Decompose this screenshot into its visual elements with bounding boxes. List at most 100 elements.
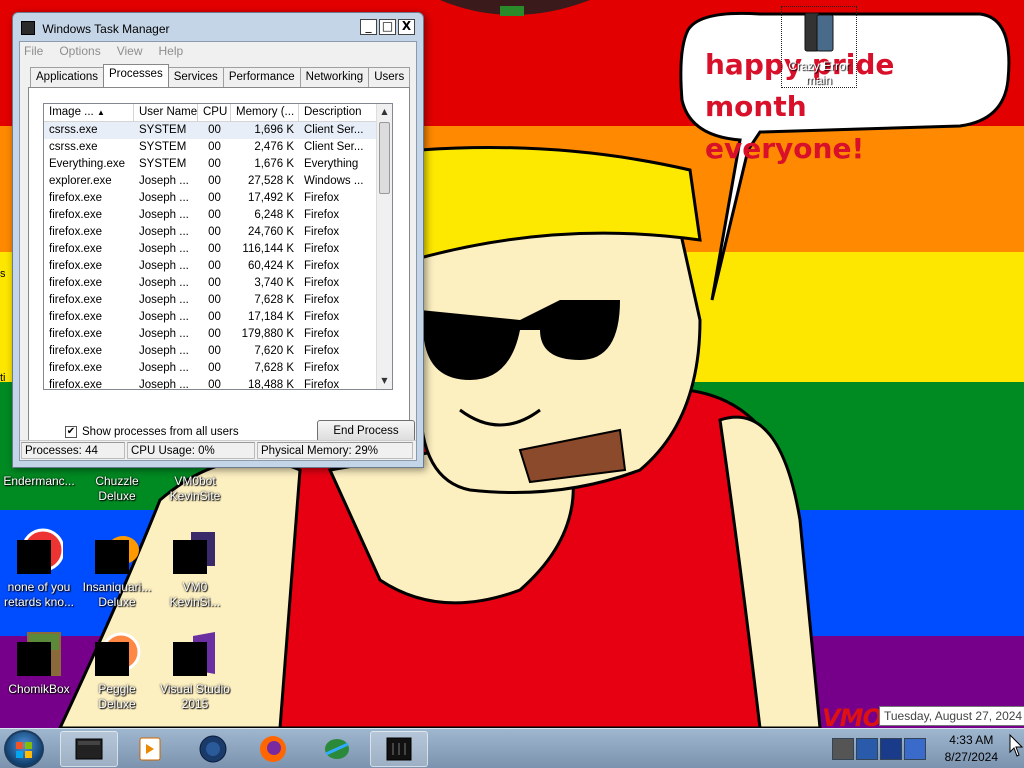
process-cpu: 00: [208, 345, 221, 357]
taskbar-firefox[interactable]: [244, 731, 302, 767]
minimize-button[interactable]: _: [360, 19, 377, 35]
desktop-icon-crazy-error[interactable]: Crazy Error main: [781, 6, 857, 88]
checkbox-checked-icon[interactable]: ✔: [65, 426, 77, 438]
status-physical-memory: Physical Memory: 29%: [257, 442, 413, 459]
process-cpu: 00: [208, 226, 221, 238]
scroll-up-icon[interactable]: ▲: [377, 104, 392, 120]
table-row[interactable]: Everything.exe SYSTEM 00 1,676 K Everything: [44, 156, 392, 173]
process-cpu: 00: [208, 158, 221, 170]
table-row[interactable]: firefox.exe Joseph ... 00 3,740 K Firefox: [44, 275, 392, 292]
desktop-icon-vm0-kevinsite[interactable]: VM0 KevinSi...: [156, 528, 234, 610]
network-icon[interactable]: [880, 738, 902, 760]
desktop-icon-insaniquarium[interactable]: Insaniquari... Deluxe: [78, 528, 156, 610]
censor-block: [173, 642, 207, 676]
menu-options[interactable]: Options: [59, 44, 100, 58]
process-memory: 1,676 K: [254, 158, 294, 170]
process-rows: csrss.exe SYSTEM 00 1,696 K Client Ser... csr…: [44, 122, 392, 390]
table-row[interactable]: firefox.exe Joseph ... 00 7,620 K Firefox: [44, 343, 392, 360]
table-row[interactable]: csrss.exe SYSTEM 00 1,696 K Client Ser...: [44, 122, 392, 139]
column-cpu[interactable]: CPU: [198, 104, 231, 121]
status-bar: Processes: 44 CPU Usage: 0% Physical Mem…: [20, 440, 416, 460]
column-description[interactable]: Description: [299, 104, 379, 121]
fish-icon: [93, 528, 141, 576]
desktop-icon-visual-studio[interactable]: Visual Studio 2015: [156, 630, 234, 712]
table-row[interactable]: firefox.exe Joseph ... 00 60,424 K Firefox: [44, 258, 392, 275]
end-process-button[interactable]: End Process: [317, 420, 415, 442]
censor-block: [95, 540, 129, 574]
process-list-scrollbar[interactable]: ▲ ▼: [376, 104, 392, 389]
window-title-bar[interactable]: Windows Task Manager: [21, 21, 170, 36]
process-user-name: Joseph ...: [139, 328, 189, 340]
table-row[interactable]: firefox.exe Joseph ... 00 179,880 K Firefox: [44, 326, 392, 343]
table-row[interactable]: firefox.exe Joseph ... 00 7,628 K Firefox: [44, 292, 392, 309]
show-all-processes-checkbox[interactable]: ✔ Show processes from all users: [65, 426, 239, 438]
monitor-icon[interactable]: [856, 738, 878, 760]
tab-networking[interactable]: Networking: [299, 67, 370, 87]
process-description: Firefox: [304, 192, 340, 204]
desktop-icon-enderman[interactable]: Endermanc...: [0, 474, 78, 489]
scroll-thumb[interactable]: [379, 122, 390, 194]
process-list[interactable]: Image ... ▲ User Name CPU Memory (... De…: [43, 103, 393, 390]
close-button[interactable]: X: [398, 19, 415, 35]
desktop-icon-label: VM0bot KevinSite: [169, 474, 221, 503]
table-row[interactable]: csrss.exe SYSTEM 00 2,476 K Client Ser...: [44, 139, 392, 156]
process-cpu: 00: [208, 260, 221, 272]
column-memory[interactable]: Memory (...: [231, 104, 299, 121]
task-manager-window: Windows Task Manager _ □ X File Options …: [12, 12, 424, 468]
desktop-icon-chuzzle[interactable]: Chuzzle Deluxe: [78, 474, 156, 504]
volume-icon[interactable]: [904, 738, 926, 760]
table-row[interactable]: firefox.exe Joseph ... 00 6,248 K Firefox: [44, 207, 392, 224]
menu-help[interactable]: Help: [159, 44, 184, 58]
taskbar-ie[interactable]: [308, 731, 366, 767]
terminal-icon: [386, 737, 412, 761]
process-user-name: Joseph ...: [139, 345, 189, 357]
table-row[interactable]: firefox.exe Joseph ... 00 18,488 K Firefox: [44, 377, 392, 390]
process-image-name: firefox.exe: [49, 328, 103, 340]
desktop-icon-vm0bot[interactable]: VM0bot KevinSite: [156, 474, 234, 504]
firefox-icon: [260, 736, 286, 762]
taskbar-task-manager[interactable]: [60, 731, 118, 767]
tab-performance[interactable]: Performance: [222, 67, 301, 87]
table-row[interactable]: firefox.exe Joseph ... 00 17,492 K Firefox: [44, 190, 392, 207]
table-row[interactable]: firefox.exe Joseph ... 00 116,144 K Firefox: [44, 241, 392, 258]
status-cpu-usage: CPU Usage: 0%: [127, 442, 255, 459]
column-user-name[interactable]: User Name: [134, 104, 198, 121]
table-row[interactable]: explorer.exe Joseph ... 00 27,528 K Windows …: [44, 173, 392, 190]
censor-block: [173, 540, 207, 574]
taskbar-media-player[interactable]: [120, 731, 178, 767]
table-row[interactable]: firefox.exe Joseph ... 00 24,760 K Firefox: [44, 224, 392, 241]
scroll-down-icon[interactable]: ▼: [377, 373, 392, 389]
desktop-icon-label: Crazy Error main: [788, 59, 850, 87]
process-memory: 1,696 K: [254, 124, 294, 136]
task-manager-icon: [21, 21, 35, 35]
menu-file[interactable]: File: [24, 44, 43, 58]
process-cpu: 00: [208, 311, 221, 323]
taskbar-globe[interactable]: [184, 731, 242, 767]
tab-services[interactable]: Services: [167, 67, 224, 87]
process-description: Windows ...: [304, 175, 364, 187]
process-image-name: firefox.exe: [49, 226, 103, 238]
column-image-name[interactable]: Image ... ▲: [44, 104, 134, 121]
desktop-icon-label: Insaniquari... Deluxe: [82, 580, 152, 609]
table-row[interactable]: firefox.exe Joseph ... 00 7,628 K Firefox: [44, 360, 392, 377]
show-desktop-button[interactable]: [1008, 729, 1024, 768]
tab-applications[interactable]: Applications: [30, 67, 105, 87]
table-row[interactable]: firefox.exe Joseph ... 00 17,184 K Firefox: [44, 309, 392, 326]
start-button[interactable]: [4, 730, 44, 768]
process-cpu: 00: [208, 379, 221, 390]
process-description: Firefox: [304, 328, 340, 340]
tab-users[interactable]: Users: [368, 67, 411, 87]
tab-strip: Applications Processes Services Performa…: [30, 64, 411, 87]
maximize-button[interactable]: □: [379, 19, 396, 35]
desktop-icon-peggle[interactable]: Peggle Deluxe: [78, 630, 156, 712]
process-memory: 7,628 K: [254, 294, 294, 306]
menu-view[interactable]: View: [117, 44, 143, 58]
clock[interactable]: 4:33 AM 8/27/2024: [945, 732, 998, 766]
desktop-icon-none-of-you[interactable]: none of you retards kno...: [0, 528, 78, 610]
process-memory: 7,620 K: [254, 345, 294, 357]
process-description: Firefox: [304, 226, 340, 238]
desktop-icon-chomikbox[interactable]: ChomikBox: [0, 630, 78, 697]
tab-processes[interactable]: Processes: [103, 64, 169, 87]
cpu-meter-icon[interactable]: [832, 738, 854, 760]
taskbar-terminal[interactable]: [370, 731, 428, 767]
